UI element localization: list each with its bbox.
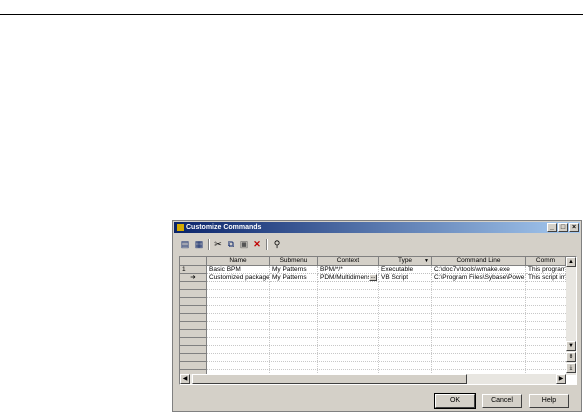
page-top-rule	[0, 14, 583, 15]
cell-submenu[interactable]: My Patterns	[270, 274, 318, 282]
scroll-left-icon[interactable]: ◀	[180, 374, 190, 384]
corner-header	[180, 257, 207, 266]
row-header[interactable]	[180, 298, 207, 306]
cell-command-line[interactable]: C:\doc7v\tools\wmake.exe	[432, 266, 526, 274]
current-row-arrow-icon[interactable]: ➔	[180, 274, 207, 282]
column-header-command-line[interactable]: Command Line	[432, 257, 526, 266]
row-header[interactable]	[180, 282, 207, 290]
cell-submenu[interactable]: My Patterns	[270, 266, 318, 274]
row-header[interactable]	[180, 330, 207, 338]
column-header-context[interactable]: Context	[318, 257, 379, 266]
dialog-title: Customize Commands	[186, 224, 262, 231]
grid-lines	[207, 282, 566, 375]
help-button[interactable]: Help	[529, 394, 569, 408]
dropdown-arrow-icon[interactable]: ▼	[424, 257, 429, 265]
row-header[interactable]	[180, 338, 207, 346]
cell-type[interactable]: Executable	[379, 266, 432, 274]
row-header[interactable]	[180, 322, 207, 330]
row-header[interactable]	[180, 290, 207, 298]
horizontal-scroll-thumb[interactable]	[192, 374, 467, 384]
scroll-up-icon[interactable]: ▲	[566, 257, 576, 267]
scroll-next-icon[interactable]: ⇟	[566, 352, 576, 362]
vertical-scrollbar[interactable]: ▲ ▼ ⇟ ⤓	[566, 257, 576, 375]
app-icon	[177, 224, 184, 231]
ok-button[interactable]: OK	[434, 393, 476, 409]
toolbar: ▤ ▦ ✂ ⧉ ▣ ✕ ⚲	[179, 238, 319, 252]
row-header[interactable]: 1	[180, 266, 207, 274]
column-header-comment[interactable]: Comm	[526, 257, 566, 266]
close-button[interactable]: ×	[569, 223, 579, 232]
customize-commands-dialog: Customize Commands _ □ × ▤ ▦ ✂ ⧉ ▣ ✕ ⚲ N…	[172, 220, 582, 412]
cell-comment[interactable]: This program c	[526, 266, 566, 274]
column-header-type[interactable]: Type ▼	[379, 257, 432, 266]
scroll-down-icon[interactable]: ▼	[566, 341, 576, 351]
cell-name[interactable]: Customized package	[207, 274, 270, 282]
row-header[interactable]	[180, 346, 207, 354]
minimize-button[interactable]: _	[547, 223, 557, 232]
maximize-button[interactable]: □	[558, 223, 568, 232]
row-header[interactable]	[180, 354, 207, 362]
cell-context[interactable]: BPM/*/*	[318, 266, 379, 274]
title-bar[interactable]: Customize Commands _ □ ×	[174, 222, 580, 233]
cell-context-text: PDM/Multidimens	[320, 274, 371, 281]
cancel-button[interactable]: Cancel	[482, 394, 522, 408]
scroll-last-icon[interactable]: ⤓	[566, 363, 576, 373]
copy-icon[interactable]: ⧉	[225, 238, 237, 250]
toolbar-separator	[208, 239, 210, 250]
column-header-submenu[interactable]: Submenu	[270, 257, 318, 266]
cell-context[interactable]: PDM/Multidimens ...	[318, 274, 379, 282]
cell-name[interactable]: Basic BPM	[207, 266, 270, 274]
cut-icon[interactable]: ✂	[212, 238, 224, 250]
horizontal-scrollbar[interactable]: ◀ ▶	[180, 374, 566, 384]
row-header[interactable]	[180, 362, 207, 370]
column-header-name[interactable]: Name	[207, 257, 270, 266]
scroll-right-icon[interactable]: ▶	[556, 374, 566, 384]
properties-icon[interactable]: ▦	[193, 238, 205, 250]
column-header-type-label: Type	[397, 257, 413, 264]
delete-icon[interactable]: ✕	[251, 238, 263, 250]
cell-command-line[interactable]: C:\Program Files\Sybase\Powe	[432, 274, 526, 282]
find-icon[interactable]: ⚲	[271, 238, 283, 250]
toolbar-separator	[266, 239, 268, 250]
row-header[interactable]	[180, 314, 207, 322]
context-browse-button[interactable]: ...	[369, 274, 377, 281]
commands-grid[interactable]: Name Submenu Context Type ▼ Command Line…	[179, 256, 577, 385]
add-row-icon[interactable]: ▤	[179, 238, 191, 250]
paste-icon[interactable]: ▣	[238, 238, 250, 250]
cell-comment[interactable]: This script imp	[526, 274, 566, 282]
row-header[interactable]	[180, 306, 207, 314]
cell-type[interactable]: VB Script	[379, 274, 432, 282]
